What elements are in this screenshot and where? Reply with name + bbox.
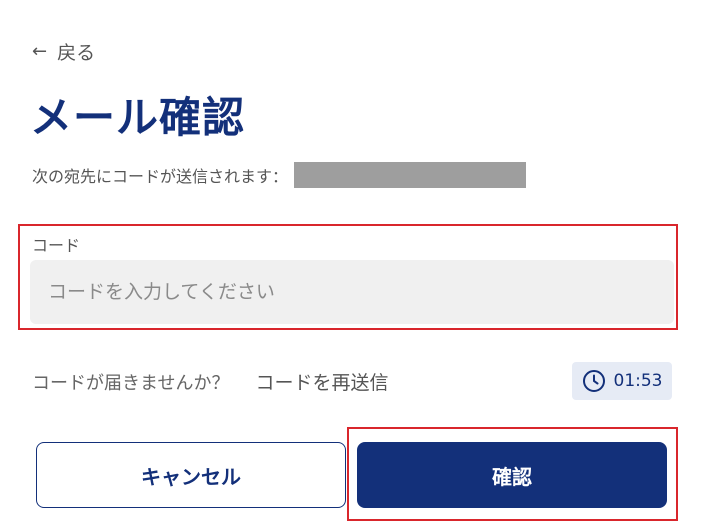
- timer-value: 01:53: [613, 371, 663, 391]
- confirm-button[interactable]: 確認: [357, 442, 667, 508]
- page-title: メール確認: [30, 93, 246, 142]
- code-input[interactable]: [30, 260, 674, 324]
- confirm-button-highlight: 確認: [347, 427, 678, 521]
- resend-question: コードが届きませんか？: [32, 372, 230, 394]
- recipient-text: 次の宛先にコードが送信されます：: [32, 167, 289, 186]
- redacted-email: [294, 162, 527, 188]
- clock-icon: [582, 369, 606, 393]
- recipient-row: 次の宛先にコードが送信されます：: [32, 162, 527, 188]
- cancel-button[interactable]: キャンセル: [36, 442, 346, 508]
- code-field-group: コード: [18, 224, 678, 330]
- back-link[interactable]: ← 戻る: [32, 38, 95, 65]
- resend-row: コードが届きませんか？ コードを再送信: [32, 368, 388, 395]
- resend-code-link[interactable]: コードを再送信: [255, 368, 388, 395]
- email-verification-page: ← 戻る メール確認 次の宛先にコードが送信されます： コード コードが届きませ…: [0, 0, 701, 526]
- countdown-timer: 01:53: [572, 362, 672, 400]
- back-label: 戻る: [57, 42, 96, 64]
- arrow-left-icon: ←: [32, 41, 48, 62]
- code-label: コード: [32, 236, 81, 255]
